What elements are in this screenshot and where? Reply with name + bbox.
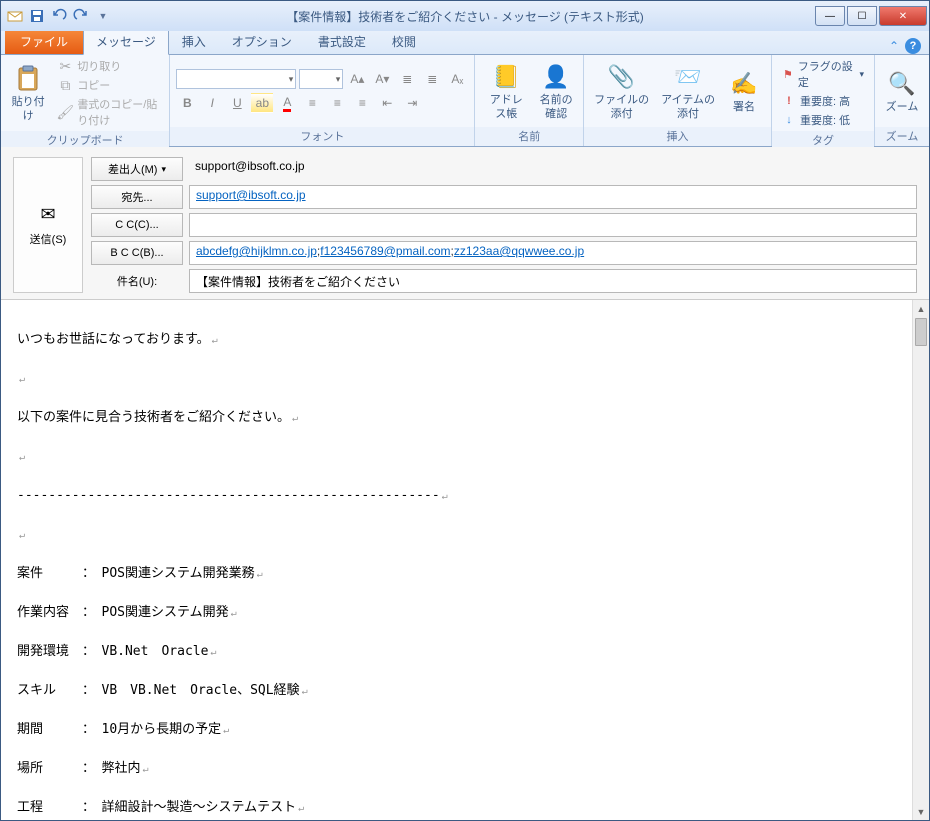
window-title: 【案件情報】技術者をご紹介ください - メッセージ (テキスト形式): [286, 8, 643, 25]
tab-options[interactable]: オプション: [219, 28, 305, 54]
scroll-down-icon[interactable]: ▼: [913, 803, 929, 820]
message-body[interactable]: いつもお世話になっております。 以下の案件に見合う技術者をご紹介ください。 --…: [1, 300, 912, 820]
align-center-icon[interactable]: ≡: [326, 93, 348, 113]
bcc-button[interactable]: B C C(B)...: [91, 241, 183, 265]
underline-icon[interactable]: U: [226, 93, 248, 113]
group-include-label: 挿入: [584, 127, 771, 146]
importance-low-button[interactable]: ↓重要度: 低: [778, 111, 868, 129]
tab-message[interactable]: メッセージ: [83, 28, 169, 55]
ribbon-tabs: ファイル メッセージ 挿入 オプション 書式設定 校閲 ⌃ ?: [1, 31, 929, 55]
font-size-combo[interactable]: [299, 69, 343, 89]
font-color-icon[interactable]: A: [276, 93, 298, 113]
subject-field[interactable]: [189, 269, 917, 293]
address-book-button[interactable]: 📒 アドレス帳: [481, 59, 531, 122]
titlebar: ▼ 【案件情報】技術者をご紹介ください - メッセージ (テキスト形式) — ☐…: [1, 1, 929, 31]
compose-window: ▼ 【案件情報】技術者をご紹介ください - メッセージ (テキスト形式) — ☐…: [0, 0, 930, 821]
clear-format-icon[interactable]: Aₓ: [446, 69, 468, 89]
tab-insert[interactable]: 挿入: [169, 28, 219, 54]
cc-field[interactable]: [189, 213, 917, 237]
from-value: support@ibsoft.co.jp: [189, 157, 917, 181]
importance-high-button[interactable]: !重要度: 高: [778, 92, 868, 110]
maximize-button[interactable]: ☐: [847, 6, 877, 26]
attach-file-button[interactable]: 📎 ファイルの 添付: [590, 59, 653, 122]
brush-icon: 🖌: [57, 104, 73, 120]
check-names-icon: 👤: [540, 61, 572, 93]
redo-icon[interactable]: [71, 6, 91, 26]
indent-decrease-icon[interactable]: ⇤: [376, 93, 398, 113]
align-right-icon[interactable]: ≡: [351, 93, 373, 113]
follow-up-button[interactable]: ⚑フラグの設定▾: [778, 57, 868, 91]
copy-icon: ⧉: [57, 77, 73, 93]
bcc-field[interactable]: abcdefg@hijklmn.co.jp; f123456789@pmail.…: [189, 241, 917, 265]
font-family-combo[interactable]: [176, 69, 296, 89]
tab-file[interactable]: ファイル: [5, 28, 83, 54]
quick-access-toolbar: ▼: [1, 6, 113, 26]
bold-icon[interactable]: B: [176, 93, 198, 113]
message-body-container: いつもお世話になっております。 以下の案件に見合う技術者をご紹介ください。 --…: [1, 300, 929, 820]
signature-button[interactable]: ✍ 署名: [723, 66, 765, 116]
vertical-scrollbar[interactable]: ▲ ▼: [912, 300, 929, 820]
signature-icon: ✍: [728, 68, 760, 100]
window-controls: — ☐ ✕: [815, 6, 929, 26]
align-left-icon[interactable]: ≡: [301, 93, 323, 113]
help-icon[interactable]: ?: [905, 38, 921, 54]
clipboard-icon: [12, 63, 44, 95]
arrow-down-icon: ↓: [782, 113, 796, 127]
address-book-icon: 📒: [490, 61, 522, 93]
group-names-label: 名前: [475, 127, 583, 146]
app-icon[interactable]: [5, 6, 25, 26]
scroll-thumb[interactable]: [915, 318, 927, 346]
exclamation-icon: !: [782, 94, 796, 108]
send-icon: ✉: [40, 204, 55, 225]
attach-item-icon: 📨: [672, 61, 704, 93]
attach-item-button[interactable]: 📨 アイテムの 添付: [657, 59, 719, 122]
minimize-button[interactable]: —: [815, 6, 845, 26]
cut-button[interactable]: ✂切り取り: [53, 57, 163, 75]
format-painter-button[interactable]: 🖌書式のコピー/貼り付け: [53, 95, 163, 129]
save-icon[interactable]: [27, 6, 47, 26]
indent-increase-icon[interactable]: ⇥: [401, 93, 423, 113]
shrink-font-icon[interactable]: A▾: [371, 69, 393, 89]
group-font-label: フォント: [170, 127, 474, 146]
scissors-icon: ✂: [57, 58, 73, 74]
to-button[interactable]: 宛先...: [91, 185, 183, 209]
minimize-ribbon-icon[interactable]: ⌃: [889, 39, 899, 53]
zoom-button[interactable]: 🔍 ズーム: [881, 66, 923, 116]
from-button[interactable]: 差出人(M)▾: [91, 157, 183, 181]
paste-button[interactable]: 貼り付け: [7, 61, 49, 124]
copy-button[interactable]: ⧉コピー: [53, 76, 163, 94]
check-names-button[interactable]: 👤 名前の 確認: [535, 59, 577, 122]
group-zoom-label: ズーム: [875, 127, 929, 146]
send-button[interactable]: ✉ 送信(S): [13, 157, 83, 293]
flag-icon: ⚑: [782, 67, 794, 81]
paperclip-icon: 📎: [606, 61, 638, 93]
highlight-icon[interactable]: ab: [251, 93, 273, 113]
grow-font-icon[interactable]: A▴: [346, 69, 368, 89]
bullets-icon[interactable]: ≣: [396, 69, 418, 89]
close-button[interactable]: ✕: [879, 6, 927, 26]
numbering-icon[interactable]: ≣: [421, 69, 443, 89]
tab-review[interactable]: 校閲: [379, 28, 429, 54]
scroll-up-icon[interactable]: ▲: [913, 300, 929, 317]
message-header: ✉ 送信(S) 差出人(M)▾ support@ibsoft.co.jp 宛先.…: [1, 147, 929, 300]
tab-format[interactable]: 書式設定: [305, 28, 379, 54]
subject-label: 件名(U):: [91, 273, 183, 289]
italic-icon[interactable]: I: [201, 93, 223, 113]
cc-button[interactable]: C C(C)...: [91, 213, 183, 237]
zoom-icon: 🔍: [886, 68, 918, 100]
undo-icon[interactable]: [49, 6, 69, 26]
ribbon: 貼り付け ✂切り取り ⧉コピー 🖌書式のコピー/貼り付け クリップボード A▴ …: [1, 55, 929, 147]
qat-chevron-down-icon[interactable]: ▼: [93, 6, 113, 26]
to-field[interactable]: support@ibsoft.co.jp: [189, 185, 917, 209]
